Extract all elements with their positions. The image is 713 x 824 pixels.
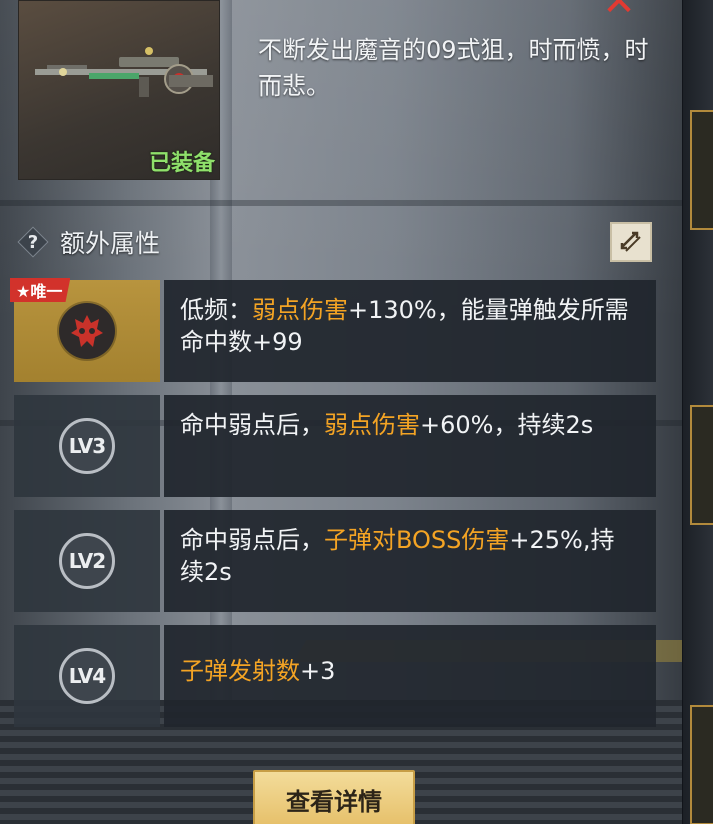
attribute-text: 子弹发射数+3 [164, 625, 656, 727]
section-title: 额外属性 [60, 229, 161, 258]
weapon-thumbnail[interactable]: 已装备 [18, 0, 220, 180]
sniper-rifle-icon [35, 47, 213, 97]
weapon-description: 不断发出魔音的09式狙，时而愤，时而悲。 [258, 36, 649, 100]
side-card[interactable] [690, 110, 713, 230]
side-card[interactable] [690, 405, 713, 525]
attribute-highlight: 子弹发射数 [180, 657, 300, 685]
attribute-suffix: +60%，持续2s [420, 411, 594, 439]
attribute-suffix: +3 [300, 657, 336, 685]
attribute-text: 命中弱点后，子弹对BOSS伤害+25%,持续2s [164, 510, 656, 612]
extra-attributes-header: ? 额外属性 [14, 222, 654, 262]
attribute-icon-cell: LV4 [14, 625, 160, 727]
attribute-text: 低频：弱点伤害+130%，能量弹触发所需命中数+99 [164, 280, 656, 382]
attribute-highlight: 弱点伤害 [252, 296, 348, 324]
attribute-highlight: 子弹对BOSS伤害 [324, 526, 510, 554]
attribute-icon-cell: ★唯一 [10, 278, 160, 382]
level-badge: LV4 [59, 648, 115, 704]
reroll-button[interactable] [610, 222, 652, 262]
demon-mask-icon [59, 303, 115, 359]
attribute-row: LV2 命中弱点后，子弹对BOSS伤害+25%,持续2s [14, 510, 656, 612]
attribute-prefix: 命中弱点后， [180, 411, 324, 439]
attribute-text: 命中弱点后，弱点伤害+60%，持续2s [164, 395, 656, 497]
level-badge: LV2 [59, 533, 115, 589]
attribute-icon-cell: LV2 [14, 510, 160, 612]
attribute-row-unique: ★唯一 低频：弱点伤害+130%，能量弹触发所需命中数+99 [10, 278, 656, 382]
attribute-row: LV4 子弹发射数+3 [14, 625, 656, 727]
attribute-row: LV3 命中弱点后，弱点伤害+60%，持续2s [14, 395, 656, 497]
close-button[interactable]: ✕ [586, 0, 652, 22]
attribute-prefix: 低频： [180, 296, 252, 324]
attribute-icon-cell: LV3 [14, 395, 160, 497]
attribute-prefix: 命中弱点后， [180, 526, 324, 554]
equipped-label: 已装备 [148, 151, 215, 176]
level-badge: LV3 [59, 418, 115, 474]
view-details-button[interactable]: 查看详情 [253, 770, 415, 824]
help-icon[interactable]: ? [18, 227, 48, 257]
attribute-highlight: 弱点伤害 [324, 411, 420, 439]
unique-badge: ★唯一 [10, 278, 71, 302]
background-stripe [0, 200, 713, 206]
side-card[interactable] [690, 705, 713, 824]
reroll-icon [620, 231, 641, 252]
